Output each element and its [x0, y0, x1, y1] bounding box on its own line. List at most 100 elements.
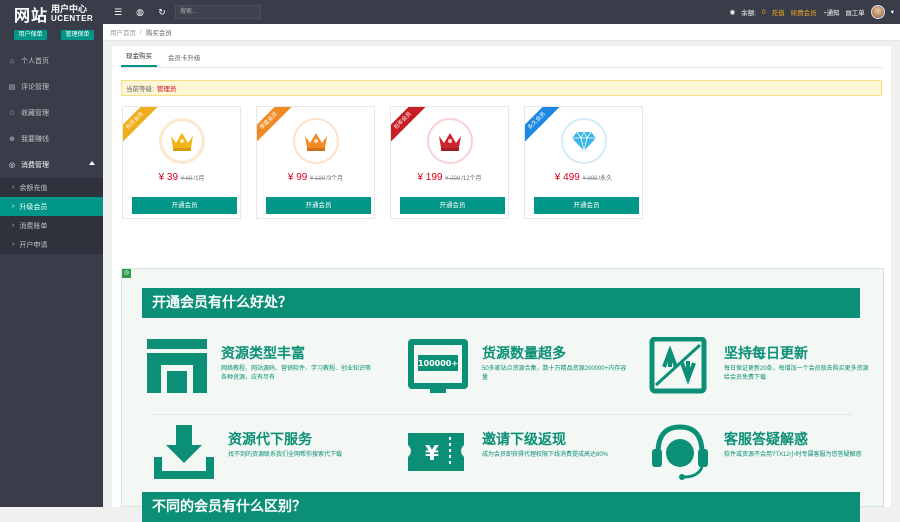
globe-icon[interactable]: ◍: [133, 7, 147, 18]
chevron-down-icon[interactable]: ▾: [891, 8, 894, 16]
comment-icon: ▤: [8, 84, 16, 91]
feature-desc: 软件或资源不会用?TX12小时专属客服为您答疑解惑: [724, 452, 862, 458]
feature-desc: 成为会员即获得代理权限下线消费提成高达80%: [482, 452, 609, 458]
recharge-link[interactable]: 充值: [772, 7, 785, 17]
update-icon: [649, 337, 707, 394]
sidebar-item-home[interactable]: ⌂ 个人首页: [0, 48, 103, 74]
crown-icon: [158, 118, 205, 164]
card-original-price: ¥ 69: [180, 176, 193, 182]
feature-title: 客服答疑解惑: [724, 432, 808, 448]
chevron-right-icon: ›: [12, 184, 15, 191]
feature-resource-types: 资源类型丰富 网络教程、网站源码、营销软件、学习教程、创业知识等各种资源，应有尽…: [145, 337, 375, 401]
membership-card-yearly: 包年会员 ¥ 199 ¥ 299/12个月 开通会员: [390, 106, 509, 219]
bell-icon[interactable]: ◔通知: [823, 7, 840, 17]
card-price: ¥ 499: [554, 172, 580, 183]
logo-ucenter: UCENTER: [51, 14, 94, 23]
current-level-value: 管理员: [156, 86, 177, 93]
folder-icon: [147, 339, 207, 393]
feature-title: 货源数量超多: [482, 346, 566, 362]
feature-desc: 50多家站点资源合集，数十万精品资源200000+内存容量: [482, 366, 627, 381]
download-icon: [154, 425, 214, 479]
feature-desc: 网络教程、网站源码、营销软件、学习教程、创业知识等各种资源，应有尽有: [221, 366, 372, 381]
monitor-icon: 100000+: [408, 339, 468, 393]
sidebar-subitem-upgrade[interactable]: › 升级会员: [0, 197, 103, 216]
yuan-sign: ¥: [425, 441, 439, 465]
star-icon: ☆: [8, 110, 16, 117]
renew-link[interactable]: 续费会员: [791, 7, 817, 17]
balance-icon: ◉: [729, 9, 736, 16]
card-ribbon: 永久会员: [525, 107, 562, 146]
tab-card-upgrade[interactable]: 会员卡升级: [163, 52, 206, 67]
sidebar-submenu: › 余额充值 › 升级会员 › 消费账单 › 开户申请: [0, 178, 103, 254]
refresh-icon[interactable]: ↻: [155, 7, 169, 18]
search-input[interactable]: 搜索...: [175, 5, 261, 19]
feature-desc: 找不到的资源联系我们全网帮你搜索代下载: [228, 452, 343, 458]
card-ribbon: 季度会员: [257, 107, 294, 146]
membership-card-quarterly: 季度会员 ¥ 99 ¥ 199/3个月 开通会员: [256, 106, 375, 219]
main-area: 用户首页 / 购买会员 现金购买 会员卡升级 当前等级: 管理员 包月会员 ¥ …: [103, 24, 900, 522]
menu-toggle-icon[interactable]: ☰: [111, 7, 125, 18]
sidebar-subitem-bills[interactable]: › 消费账单: [0, 216, 103, 235]
logo[interactable]: 网站 用户中心 UCENTER: [0, 0, 103, 28]
feature-download-service: 资源代下服务 找不到的资源联系我们全网帮你搜索代下载: [152, 423, 382, 487]
sidebar-subitem-apply[interactable]: › 开户申请: [0, 235, 103, 254]
tab-cash-purchase[interactable]: 现金购买: [121, 50, 157, 67]
sidebar-item-consumption[interactable]: ◎ 消费管理: [0, 152, 103, 178]
card-price: ¥ 99: [287, 172, 308, 183]
feature-daily-update: 坚持每日更新 每日保证更新20条，每增加一个会员就去购买更多资源给会员免费下载: [648, 337, 878, 401]
open-membership-button[interactable]: 开通会员: [132, 197, 237, 214]
balance-value: 0: [762, 8, 766, 16]
card-original-price: ¥ 899: [582, 176, 598, 182]
crown-icon: [292, 118, 339, 164]
sidebar-nav: ⌂ 个人首页 ▤ 评论管理 ☆ 收藏管理 ⊕ 我要赚钱 ◎ 消费管理 › 余额充值…: [0, 48, 103, 254]
headset-icon: [652, 424, 708, 480]
open-membership-button[interactable]: 开通会员: [534, 197, 639, 214]
manage-order-button[interactable]: 管理保单: [61, 30, 94, 40]
money-icon: ⊕: [9, 136, 15, 143]
card-ribbon: 包年会员: [391, 107, 428, 146]
card-ribbon: 包月会员: [123, 107, 160, 146]
ticket-link[interactable]: ▤工单: [846, 7, 865, 17]
top-bar: ☰ ◍ ↻ 搜索... ◉ 余额: 0 充值 续费会员 ◔通知 ▤工单 ▾: [103, 0, 900, 24]
card-original-price: ¥ 199: [310, 176, 326, 182]
chevron-right-icon: ›: [12, 241, 15, 248]
sidebar: 网站 用户中心 UCENTER 用户保单 管理保单 ⌂ 个人首页 ▤ 评论管理 …: [0, 0, 103, 507]
sidebar-subitem-recharge[interactable]: › 余额充值: [0, 178, 103, 197]
cart-icon: ◎: [8, 162, 16, 169]
sidebar-item-favorites[interactable]: ☆ 收藏管理: [0, 100, 103, 126]
card-price: ¥ 199: [417, 172, 443, 183]
open-membership-button[interactable]: 开通会员: [266, 197, 371, 214]
chevron-right-icon: ›: [12, 203, 15, 210]
content-panel: 现金购买 会员卡升级 当前等级: 管理员 包月会员 ¥ 39 ¥ 69/1月 开…: [112, 46, 891, 522]
feature-title: 资源代下服务: [228, 432, 312, 448]
divider: [152, 414, 852, 415]
avatar[interactable]: [870, 5, 885, 19]
feature-title: 邀请下级返现: [482, 432, 566, 448]
card-period: /1月: [193, 176, 205, 182]
user-order-button[interactable]: 用户保单: [14, 30, 47, 40]
home-icon: ⌂: [9, 57, 15, 65]
feature-invite-cashback: ¥ 邀请下级返现 成为会员即获得代理权限下线消费提成高达80%: [406, 423, 636, 487]
card-period: /3个月: [326, 176, 344, 182]
feature-title: 坚持每日更新: [724, 346, 808, 362]
diamond-icon: [560, 118, 607, 164]
image-badge-icon: ◎: [122, 269, 131, 278]
sidebar-item-comments[interactable]: ▤ 评论管理: [0, 74, 103, 100]
chevron-right-icon: ›: [12, 222, 15, 229]
breadcrumb: 用户首页 / 购买会员: [103, 24, 900, 41]
feature-desc: 每日保证更新20条，每增加一个会员就去购买更多资源给会员免费下载: [724, 366, 869, 381]
tab-bar: 现金购买 会员卡升级: [121, 46, 882, 68]
card-price: ¥ 39: [158, 172, 179, 183]
difference-heading: 不同的会员有什么区别？: [142, 492, 860, 522]
feature-customer-service: 客服答疑解惑 软件或资源不会用?TX12小时专属客服为您答疑解惑: [648, 423, 878, 487]
open-membership-button[interactable]: 开通会员: [400, 197, 505, 214]
sidebar-item-earn[interactable]: ⊕ 我要赚钱: [0, 126, 103, 152]
logo-subtitle: 用户中心: [51, 4, 88, 14]
current-level-notice: 当前等级: 管理员: [121, 80, 882, 96]
card-original-price: ¥ 299: [445, 176, 461, 182]
breadcrumb-home[interactable]: 用户首页: [110, 27, 136, 37]
chevron-up-icon: [89, 161, 95, 165]
crown-icon: [426, 118, 473, 164]
feature-title: 资源类型丰富: [221, 346, 305, 362]
benefits-heading: 开通会员有什么好处？: [142, 288, 860, 318]
